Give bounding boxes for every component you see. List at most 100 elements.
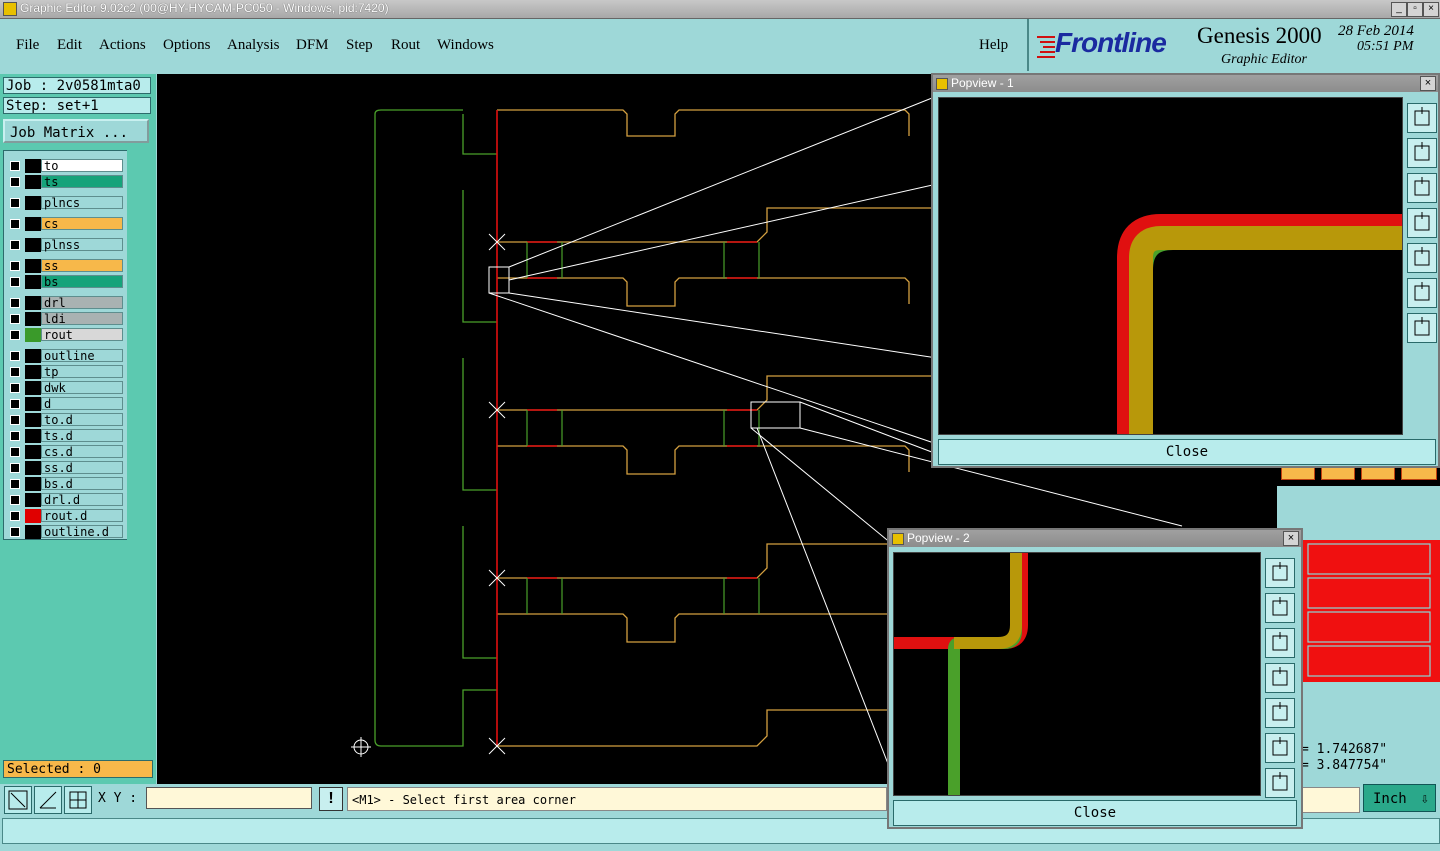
menu-help[interactable]: Help — [979, 37, 1008, 54]
popview-tool-icon[interactable] — [1265, 593, 1295, 623]
layer-color-swatch[interactable] — [25, 397, 41, 411]
layer-checkbox[interactable] — [10, 330, 20, 340]
layer-name[interactable]: drl — [41, 296, 123, 310]
layer-name[interactable]: bs.d — [41, 477, 123, 491]
layer-checkbox[interactable] — [10, 198, 20, 208]
layer-checkbox[interactable] — [10, 431, 20, 441]
layer-name[interactable]: rout.d — [41, 509, 123, 523]
layer-name[interactable]: drl.d — [41, 493, 123, 507]
layer-checkbox[interactable] — [10, 511, 20, 521]
layer-color-swatch[interactable] — [25, 159, 41, 173]
layer-row[interactable]: plnss — [7, 238, 123, 252]
layer-row[interactable]: bs.d — [7, 477, 123, 491]
layer-checkbox[interactable] — [10, 479, 20, 489]
popview-tool-icon[interactable] — [1265, 558, 1295, 588]
popview-tool-icon[interactable] — [1265, 733, 1295, 763]
layer-row[interactable]: to — [7, 159, 123, 173]
layer-color-swatch[interactable] — [25, 365, 41, 379]
close-window-icon[interactable]: × — [1423, 2, 1439, 17]
layer-name[interactable]: cs — [41, 217, 123, 231]
layer-row[interactable]: ldi — [7, 312, 123, 326]
layer-row[interactable]: rout — [7, 328, 123, 342]
menu-dfm[interactable]: DFM — [296, 37, 329, 54]
menu-step[interactable]: Step — [346, 37, 373, 54]
layer-checkbox[interactable] — [10, 527, 20, 537]
popview-1-close-button[interactable]: Close — [938, 439, 1436, 465]
layer-checkbox[interactable] — [10, 463, 20, 473]
layer-checkbox[interactable] — [10, 219, 20, 229]
minimize-icon[interactable]: _ — [1391, 2, 1407, 17]
popview-2-close-button[interactable]: Close — [893, 800, 1297, 826]
job-matrix-button[interactable]: Job Matrix ... — [3, 119, 149, 143]
layer-checkbox[interactable] — [10, 177, 20, 187]
layer-color-swatch[interactable] — [25, 445, 41, 459]
layer-color-swatch[interactable] — [25, 312, 41, 326]
popview-tool-icon[interactable] — [1407, 103, 1437, 133]
layer-color-swatch[interactable] — [25, 429, 41, 443]
maximize-icon[interactable]: ▫ — [1407, 2, 1423, 17]
layer-color-swatch[interactable] — [25, 296, 41, 310]
overview-tool-2[interactable] — [1321, 466, 1355, 480]
measure-icon[interactable] — [34, 786, 62, 814]
layer-checkbox[interactable] — [10, 277, 20, 287]
popview-tool-icon[interactable] — [1265, 768, 1295, 798]
alert-icon[interactable]: ! — [319, 787, 343, 811]
popview-tool-icon[interactable] — [1407, 243, 1437, 273]
popview-tool-icon[interactable] — [1407, 278, 1437, 308]
zoom-area-icon[interactable] — [4, 786, 32, 814]
layer-color-swatch[interactable] — [25, 196, 41, 210]
layer-color-swatch[interactable] — [25, 477, 41, 491]
menu-analysis[interactable]: Analysis — [227, 37, 280, 54]
layer-name[interactable]: outline — [41, 349, 123, 363]
layer-name[interactable]: ts.d — [41, 429, 123, 443]
layer-row[interactable]: d — [7, 397, 123, 411]
layer-color-swatch[interactable] — [25, 349, 41, 363]
popview-tool-icon[interactable] — [1407, 173, 1437, 203]
layer-checkbox[interactable] — [10, 240, 20, 250]
layer-color-swatch[interactable] — [25, 509, 41, 523]
layer-row[interactable]: ts — [7, 175, 123, 189]
layer-row[interactable]: dwk — [7, 381, 123, 395]
layer-color-swatch[interactable] — [25, 525, 41, 539]
layer-color-swatch[interactable] — [25, 493, 41, 507]
layer-row[interactable]: drl — [7, 296, 123, 310]
popview-2-view[interactable] — [893, 552, 1261, 796]
layer-checkbox[interactable] — [10, 314, 20, 324]
layer-row[interactable]: drl.d — [7, 493, 123, 507]
layer-name[interactable]: to — [41, 159, 123, 173]
layer-row[interactable]: ss.d — [7, 461, 123, 475]
layer-color-swatch[interactable] — [25, 328, 41, 342]
popview-tool-icon[interactable] — [1265, 663, 1295, 693]
layer-row[interactable]: rout.d — [7, 509, 123, 523]
layer-name[interactable]: plncs — [41, 196, 123, 210]
layer-color-swatch[interactable] — [25, 461, 41, 475]
layer-name[interactable]: plnss — [41, 238, 123, 252]
popview-tool-icon[interactable] — [1407, 208, 1437, 238]
xy-input[interactable] — [146, 787, 312, 809]
popview-tool-icon[interactable] — [1265, 628, 1295, 658]
layer-checkbox[interactable] — [10, 161, 20, 171]
layer-name[interactable]: bs — [41, 275, 123, 289]
layer-name[interactable]: ss.d — [41, 461, 123, 475]
popview-tool-icon[interactable] — [1407, 138, 1437, 168]
menu-actions[interactable]: Actions — [99, 37, 146, 54]
layer-checkbox[interactable] — [10, 261, 20, 271]
menu-edit[interactable]: Edit — [57, 37, 82, 54]
layer-row[interactable]: ss — [7, 259, 123, 273]
layer-color-swatch[interactable] — [25, 217, 41, 231]
layer-color-swatch[interactable] — [25, 259, 41, 273]
menu-windows[interactable]: Windows — [437, 37, 494, 54]
popview-1-view[interactable] — [938, 97, 1403, 435]
menu-options[interactable]: Options — [163, 37, 211, 54]
layer-row[interactable]: outline — [7, 349, 123, 363]
popview-tool-icon[interactable] — [1265, 698, 1295, 728]
layer-row[interactable]: to.d — [7, 413, 123, 427]
layer-name[interactable]: to.d — [41, 413, 123, 427]
layer-checkbox[interactable] — [10, 298, 20, 308]
units-select[interactable]: Inch ⇩ — [1363, 784, 1436, 812]
popview-1-close-icon[interactable]: × — [1420, 76, 1436, 91]
layer-name[interactable]: tp — [41, 365, 123, 379]
overview-tool-3[interactable] — [1361, 466, 1395, 480]
layer-row[interactable]: cs — [7, 217, 123, 231]
layer-name[interactable]: cs.d — [41, 445, 123, 459]
